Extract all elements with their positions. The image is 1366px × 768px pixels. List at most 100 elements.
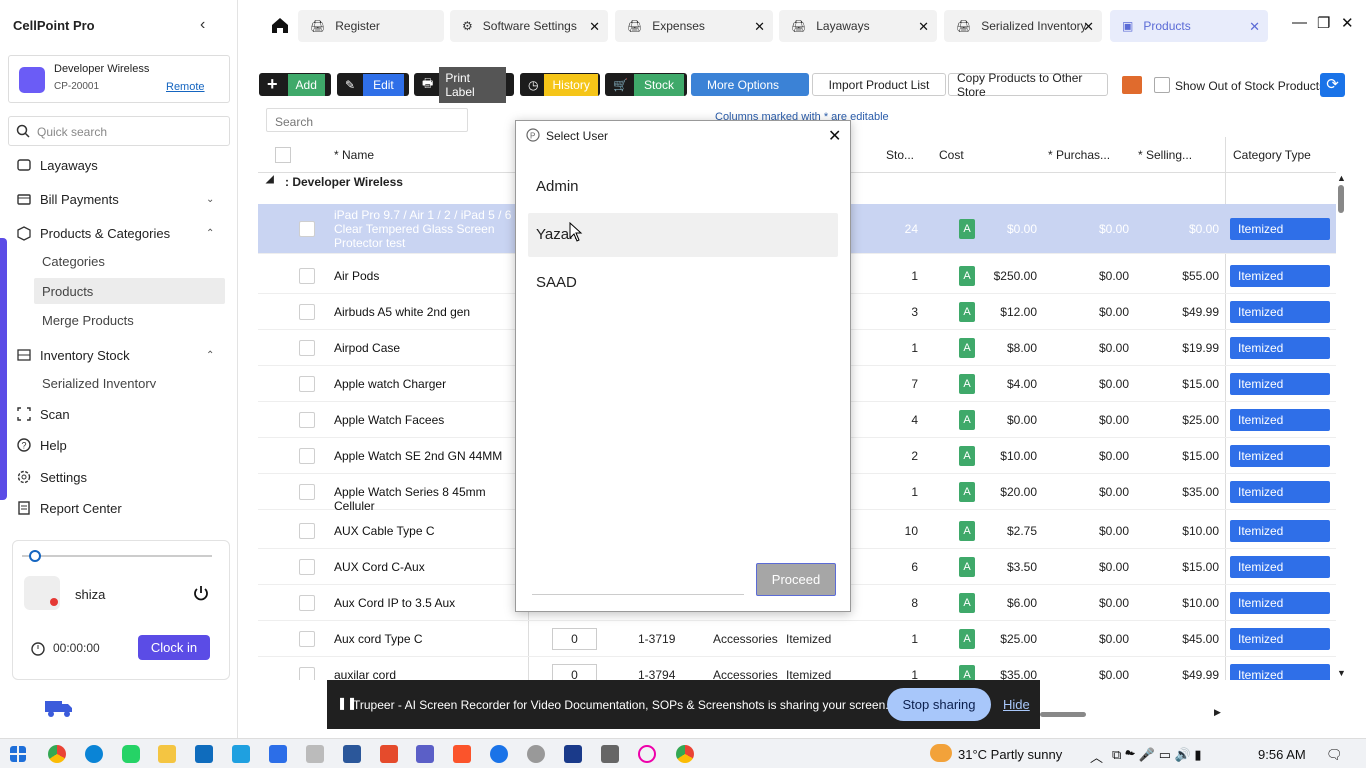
category-type-badge[interactable]: Itemized [1230,445,1330,467]
window-close-icon[interactable]: ✕ [1341,14,1354,32]
store-app-icon[interactable] [195,745,213,763]
tab-expenses[interactable]: 🖨 Expenses ✕ [615,10,773,42]
selling-price[interactable]: $10.00 [1154,596,1219,610]
product-name[interactable]: iPad Pro 9.7 / Air 1 / 2 / iPad 5 / 6 Cl… [334,208,514,250]
purchase-price[interactable]: $0.00 [1064,341,1129,355]
app-icon[interactable] [343,745,361,763]
close-icon[interactable]: ✕ [1249,19,1260,35]
history-button[interactable]: ◷ History [520,73,600,96]
collapse-sidebar-icon[interactable]: ‹ [200,16,205,34]
chevron-down-icon[interactable]: ⌄ [206,194,214,205]
sidebar-item-products[interactable]: Products [42,284,93,299]
purchase-price[interactable]: $0.00 [1064,485,1129,499]
sidebar-item-layaways[interactable]: Layaways [16,157,98,173]
purchase-price[interactable]: $0.00 [1064,305,1129,319]
select-all-checkbox[interactable] [275,147,291,163]
scroll-up-icon[interactable]: ▲ [1337,173,1346,183]
tab-serialized-inventory[interactable]: 🖨 Serialized Inventory ✕ [944,10,1102,42]
category-type-badge[interactable]: Itemized [1230,481,1330,503]
show-out-of-stock-checkbox[interactable] [1154,77,1170,93]
restore-icon[interactable]: ❐ [1317,14,1330,32]
row-checkbox[interactable] [299,484,315,500]
product-name[interactable]: Apple Watch Series 8 45mm Celluler [334,485,519,513]
product-name[interactable]: AUX Cord C-Aux [334,560,519,574]
tray-chevron-icon[interactable]: ︿ [1090,747,1103,766]
teams-icon[interactable] [416,745,434,763]
category-type-badge[interactable]: Itemized [1230,664,1330,680]
product-name[interactable]: Air Pods [334,269,519,283]
row-checkbox[interactable] [299,268,315,284]
app-icon[interactable] [490,745,508,763]
category-type-badge[interactable]: Itemized [1230,409,1330,431]
power-icon[interactable] [192,584,210,602]
close-icon[interactable]: ✕ [828,126,841,146]
category-type-badge[interactable]: Itemized [1230,337,1330,359]
table-row[interactable]: Aux cord Type C 0 1-3719 Accessories Itemize… [258,621,1336,657]
purchase-price[interactable]: $0.00 [1064,269,1129,283]
row-checkbox[interactable] [299,448,315,464]
product-name[interactable]: Airbuds A5 white 2nd gen [334,305,519,319]
selling-price[interactable]: $49.99 [1154,668,1219,680]
chevron-up-icon[interactable]: ⌃ [206,350,214,361]
header-stock[interactable]: Sto... [886,148,914,162]
selling-price[interactable]: $15.00 [1154,449,1219,463]
product-search-input[interactable]: Search [266,108,468,132]
app-icon[interactable] [306,745,324,763]
import-product-list-button[interactable]: Import Product List [812,73,946,96]
tab-software-settings[interactable]: ⚙ Software Settings ✕ [450,10,608,42]
slider-track[interactable] [22,555,212,557]
user-option-admin[interactable]: Admin [528,165,838,209]
row-checkbox[interactable] [299,412,315,428]
product-name[interactable]: Apple watch Charger [334,377,519,391]
row-checkbox[interactable] [299,340,315,356]
app-icon[interactable] [564,745,582,763]
weather-text[interactable]: 31°C Partly sunny [958,747,1062,762]
product-name[interactable]: Apple Watch SE 2nd GN 44MM [334,449,519,463]
purchase-price[interactable]: $0.00 [1064,632,1129,646]
store-icon[interactable] [1122,76,1142,94]
truck-icon[interactable] [44,698,74,718]
sidebar-item-merge-products[interactable]: Merge Products [42,313,134,328]
row-checkbox[interactable] [299,595,315,611]
selling-price[interactable]: $45.00 [1154,632,1219,646]
close-icon[interactable]: ✕ [589,19,600,35]
purchase-price[interactable]: $0.00 [1064,222,1129,236]
app-icon[interactable] [380,745,398,763]
product-name[interactable]: auxilar cord [334,668,519,680]
category-type-badge[interactable]: Itemized [1230,265,1330,287]
edge-icon[interactable] [85,745,103,763]
header-category-type[interactable]: Category Type [1233,148,1311,162]
quick-search-input[interactable]: Quick search [8,116,230,146]
more-options-button[interactable]: More Options [691,73,809,96]
sidebar-item-settings[interactable]: Settings [16,469,87,485]
clock-in-button[interactable]: Clock in [138,635,210,660]
category-type-badge[interactable]: Itemized [1230,373,1330,395]
calculator-icon[interactable] [601,745,619,763]
category-type-badge[interactable]: Itemized [1230,218,1330,240]
product-name[interactable]: Airpod Case [334,341,519,355]
table-row[interactable]: auxilar cord 0 1-3794 Accessories Itemized 1 A… [258,657,1336,680]
start-icon[interactable] [10,746,26,762]
cellpoint-icon[interactable] [269,745,287,763]
stock-button[interactable]: 🛒 Stock [605,73,687,96]
category-type-badge[interactable]: Itemized [1230,556,1330,578]
proceed-button[interactable]: Proceed [756,563,836,596]
app-icon[interactable] [232,745,250,763]
purchase-price[interactable]: $0.00 [1064,377,1129,391]
purchase-price[interactable]: $0.00 [1064,668,1129,680]
add-button[interactable]: + Add [259,73,331,96]
home-icon[interactable] [270,16,290,34]
chrome-icon[interactable] [676,745,694,763]
scroll-right-icon[interactable]: ▶ [1214,707,1221,718]
purchase-price[interactable]: $0.00 [1064,449,1129,463]
row-checkbox[interactable] [299,631,315,647]
refresh-icon[interactable]: ⟳ [1320,73,1345,97]
brave-icon[interactable] [453,745,471,763]
app-icon[interactable] [527,745,545,763]
product-name[interactable]: Apple Watch Facees [334,413,519,427]
sidebar-item-serialized-inventory[interactable]: Serialized Inventory [42,376,156,388]
vertical-scrollbar[interactable] [1338,185,1344,213]
hide-link[interactable]: Hide [1003,697,1030,712]
remote-link[interactable]: Remote [166,81,205,93]
chevron-up-icon[interactable]: ⌃ [206,228,214,239]
